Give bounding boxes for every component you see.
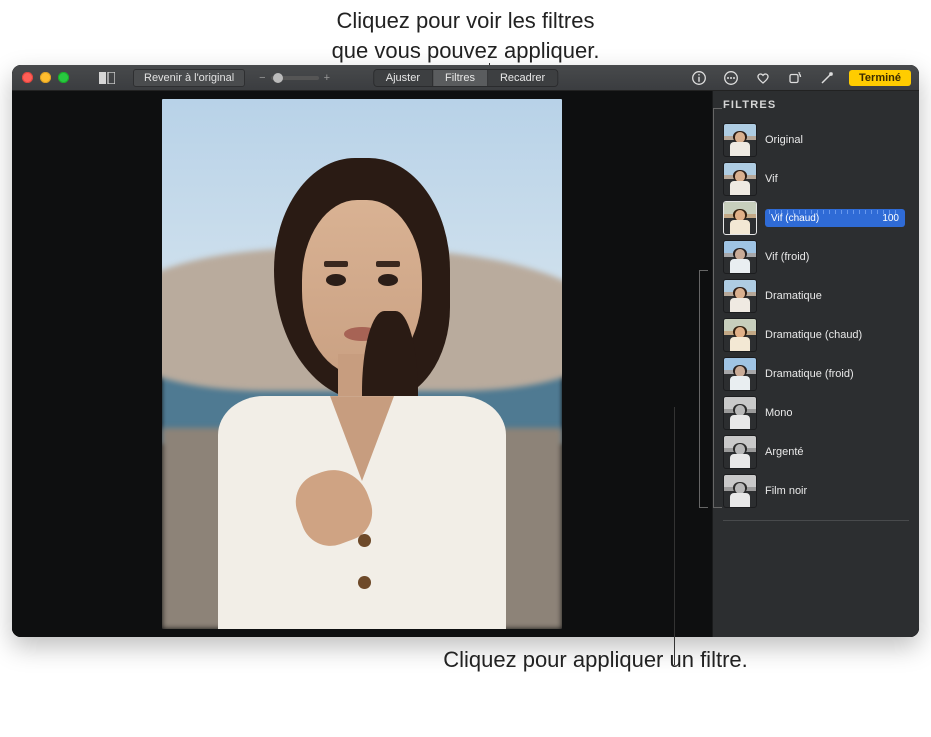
favorite-heart-icon[interactable] [753, 68, 773, 88]
filter-intensity-slider[interactable]: Vif (chaud) 100 [765, 209, 905, 227]
edited-photo [162, 99, 562, 629]
sidebar-bottom-divider [723, 520, 909, 521]
minimize-window-button[interactable] [40, 72, 51, 83]
callout-bottom-text: Cliquez pour appliquer un filtre. [443, 647, 748, 672]
filter-label: Film noir [765, 485, 807, 497]
filter-label: Original [765, 134, 803, 146]
edit-body: FILTRES Original Vif Vif (chaud) 100 Vif (fr… [12, 91, 919, 637]
photos-edit-window: Revenir à l'original − + Ajuster Filtres… [12, 65, 919, 637]
zoom-slider-thumb[interactable] [273, 73, 283, 83]
filter-row-vif-chaud[interactable]: Vif (chaud) 100 [723, 199, 909, 237]
filter-label: Vif [765, 173, 778, 185]
tab-crop[interactable]: Recadrer [488, 70, 557, 86]
filter-thumbnail [723, 396, 757, 430]
info-icon[interactable] [689, 68, 709, 88]
filters-sidebar: FILTRES Original Vif Vif (chaud) 100 Vif (fr… [712, 91, 919, 637]
filter-thumbnail [723, 279, 757, 313]
auto-enhance-wand-icon[interactable] [817, 68, 837, 88]
filter-thumbnail [723, 357, 757, 391]
revert-to-original-button[interactable]: Revenir à l'original [133, 69, 245, 87]
filter-row-vif[interactable]: Vif [723, 160, 909, 198]
filter-row-film-noir[interactable]: Film noir [723, 472, 909, 510]
filter-row-dramatique-froid[interactable]: Dramatique (froid) [723, 355, 909, 393]
filter-thumbnail [723, 162, 757, 196]
edit-mode-segmented-control: Ajuster Filtres Recadrer [373, 69, 558, 87]
filters-list: Original Vif Vif (chaud) 100 Vif (froid) Dram… [723, 121, 909, 510]
filter-row-dramatique-chaud[interactable]: Dramatique (chaud) [723, 316, 909, 354]
tab-adjust[interactable]: Ajuster [374, 70, 433, 86]
filter-label: Vif (chaud) [771, 213, 819, 224]
filters-sidebar-header: FILTRES [723, 99, 909, 117]
compare-split-icon[interactable] [97, 68, 117, 88]
filter-thumbnail [723, 240, 757, 274]
callout-bottom: Cliquez pour appliquer un filtre. [0, 637, 931, 687]
filter-row-argente[interactable]: Argenté [723, 433, 909, 471]
bracket-apply-filter [699, 270, 700, 508]
photo-canvas[interactable] [12, 91, 712, 637]
zoom-minus-label: − [259, 72, 265, 84]
filter-thumbnail [723, 318, 757, 352]
bracket-all-filters [713, 108, 714, 508]
zoom-window-button[interactable] [58, 72, 69, 83]
filter-label: Mono [765, 407, 793, 419]
filter-row-original[interactable]: Original [723, 121, 909, 159]
filter-intensity-value: 100 [882, 213, 899, 224]
filter-label: Dramatique (chaud) [765, 329, 862, 341]
filter-row-mono[interactable]: Mono [723, 394, 909, 432]
callout-top: Cliquez pour voir les filtres que vous p… [0, 0, 931, 65]
filter-label: Dramatique (froid) [765, 368, 854, 380]
filter-thumbnail [723, 474, 757, 508]
filter-label: Dramatique [765, 290, 822, 302]
done-button[interactable]: Terminé [849, 70, 911, 86]
toolbar-right-group: Terminé [689, 68, 911, 88]
tab-filters[interactable]: Filtres [433, 70, 488, 86]
filter-row-dramatique[interactable]: Dramatique [723, 277, 909, 315]
filter-label: Vif (froid) [765, 251, 809, 263]
zoom-slider-track[interactable] [271, 76, 319, 80]
callout-top-text: Cliquez pour voir les filtres que vous p… [332, 8, 600, 63]
filter-thumbnail [723, 435, 757, 469]
filter-label: Argenté [765, 446, 804, 458]
more-icon[interactable] [721, 68, 741, 88]
zoom-slider[interactable]: − + [259, 72, 330, 84]
filter-thumbnail [723, 201, 757, 235]
zoom-plus-label: + [324, 72, 330, 84]
rotate-icon[interactable] [785, 68, 805, 88]
window-controls [22, 72, 69, 83]
titlebar: Revenir à l'original − + Ajuster Filtres… [12, 65, 919, 91]
callout-line-bottom [674, 407, 675, 665]
close-window-button[interactable] [22, 72, 33, 83]
filter-thumbnail [723, 123, 757, 157]
filter-row-vif-froid[interactable]: Vif (froid) [723, 238, 909, 276]
